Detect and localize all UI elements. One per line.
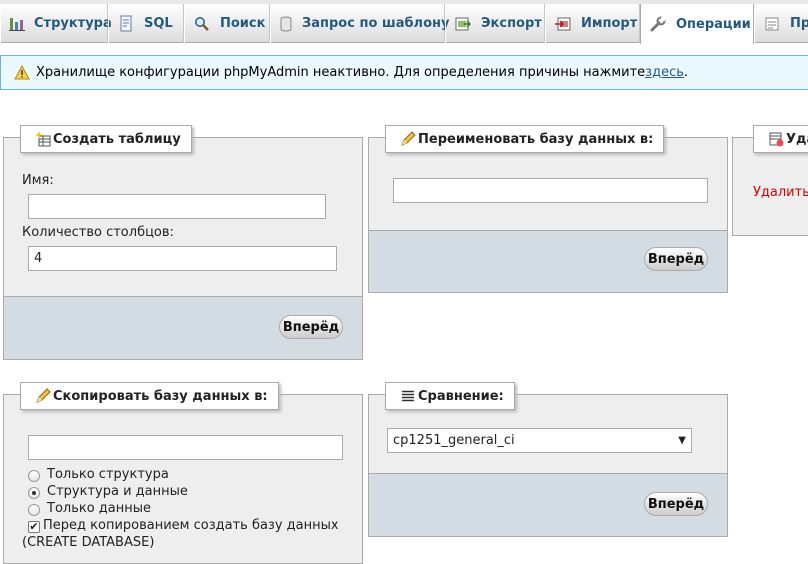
- tab-label: SQL: [144, 16, 173, 31]
- copy-db-panel: Скопировать базу данных в: Только структ…: [3, 382, 363, 564]
- radio-structure-only[interactable]: [28, 470, 40, 482]
- create-table-footer: Вперёд: [4, 296, 362, 359]
- list-icon: [400, 388, 416, 404]
- import-icon: [554, 15, 572, 33]
- tab-export[interactable]: Экспорт: [445, 4, 545, 43]
- drop-db-link[interactable]: Удалить б: [753, 185, 808, 200]
- drop-db-icon: [768, 131, 784, 147]
- rename-db-legend: Переименовать базу данных в:: [385, 125, 665, 153]
- column-count-label: Количество столбцов:: [22, 225, 174, 240]
- radio-data-only[interactable]: [28, 504, 40, 516]
- tab-label: Экспорт: [481, 16, 542, 31]
- create-table-panel: Создать таблицу Имя: Количество столбцов…: [3, 125, 363, 360]
- tab-label: Пр: [790, 16, 808, 31]
- chevron-down-icon: ▼: [678, 435, 686, 446]
- create-table-go-button[interactable]: Вперёд: [279, 315, 343, 339]
- copy-db-input[interactable]: [28, 435, 343, 460]
- column-count-input[interactable]: 4: [28, 246, 337, 271]
- collation-legend: Сравнение:: [385, 382, 515, 410]
- tab-structure[interactable]: Структура: [0, 4, 112, 43]
- tab-search[interactable]: Поиск: [184, 4, 270, 43]
- rename-db-go-button[interactable]: Вперёд: [644, 247, 708, 271]
- radio-label: Только структура: [47, 467, 169, 482]
- tab-label: Структура: [34, 16, 112, 31]
- tab-label: Импорт: [581, 16, 638, 31]
- create-db-label: Перед копированием создать базу данных: [43, 518, 339, 533]
- tab-privileges[interactable]: Пр: [754, 4, 808, 43]
- collation-selected-value: cp1251_general_ci: [393, 433, 515, 448]
- tab-label: Поиск: [220, 16, 266, 31]
- wrench-icon: [649, 15, 667, 33]
- tab-bar: Структура SQL Поиск Запрос по шаблону Эк…: [0, 4, 808, 44]
- rename-db-footer: Вперёд: [369, 230, 727, 292]
- legend-text: Переименовать базу данных в:: [418, 131, 654, 147]
- create-db-suffix: (CREATE DATABASE): [22, 535, 155, 550]
- tab-operations[interactable]: Операции: [640, 4, 754, 44]
- collation-footer: Вперёд: [369, 473, 727, 536]
- tab-import[interactable]: Импорт: [545, 4, 640, 43]
- radio-structure-and-data[interactable]: [28, 487, 40, 499]
- collation-panel: Сравнение: cp1251_general_ci ▼ Вперёд: [368, 382, 728, 537]
- notice-link[interactable]: здесь: [645, 65, 684, 80]
- rename-db-input[interactable]: [393, 178, 708, 203]
- pencil-icon: [35, 388, 51, 404]
- notice-text: Хранилище конфигурации phpMyAdmin неакти…: [36, 65, 646, 80]
- drop-db-panel: Уда Удалить б: [732, 125, 808, 236]
- create-table-legend: Создать таблицу: [20, 125, 192, 153]
- config-storage-notice: Хранилище конфигурации phpMyAdmin неакти…: [0, 55, 808, 90]
- tab-label: Запрос по шаблону: [302, 16, 450, 31]
- legend-text: Скопировать базу данных в:: [53, 388, 268, 404]
- warning-icon: [14, 65, 32, 80]
- legend-text: Создать таблицу: [53, 131, 181, 147]
- radio-label: Структура и данные: [47, 484, 188, 499]
- pencil-icon: [400, 131, 416, 147]
- table-name-label: Имя:: [22, 173, 54, 188]
- sql-icon: [117, 15, 135, 33]
- query-icon: [279, 15, 293, 33]
- search-icon: [193, 15, 211, 33]
- notice-suffix: .: [683, 65, 689, 80]
- create-db-checkbox[interactable]: ✔: [28, 521, 40, 533]
- legend-text: Сравнение:: [418, 388, 504, 404]
- rename-db-panel: Переименовать базу данных в: Вперёд: [368, 125, 728, 293]
- radio-label: Только данные: [47, 501, 152, 516]
- drop-db-legend: Уда: [753, 125, 808, 153]
- export-icon: [454, 15, 472, 33]
- tab-label: Операции: [676, 16, 751, 32]
- legend-text: Уда: [786, 131, 808, 147]
- collation-select[interactable]: cp1251_general_ci ▼: [387, 428, 692, 453]
- tab-query[interactable]: Запрос по шаблону: [270, 4, 449, 43]
- tab-sql[interactable]: SQL: [108, 4, 184, 43]
- table-name-input[interactable]: [28, 194, 326, 219]
- collation-go-button[interactable]: Вперёд: [644, 492, 708, 516]
- new-table-icon: [35, 131, 51, 147]
- copy-db-legend: Скопировать базу данных в:: [20, 382, 279, 410]
- structure-icon: [9, 15, 25, 33]
- privileges-icon: [763, 15, 781, 33]
